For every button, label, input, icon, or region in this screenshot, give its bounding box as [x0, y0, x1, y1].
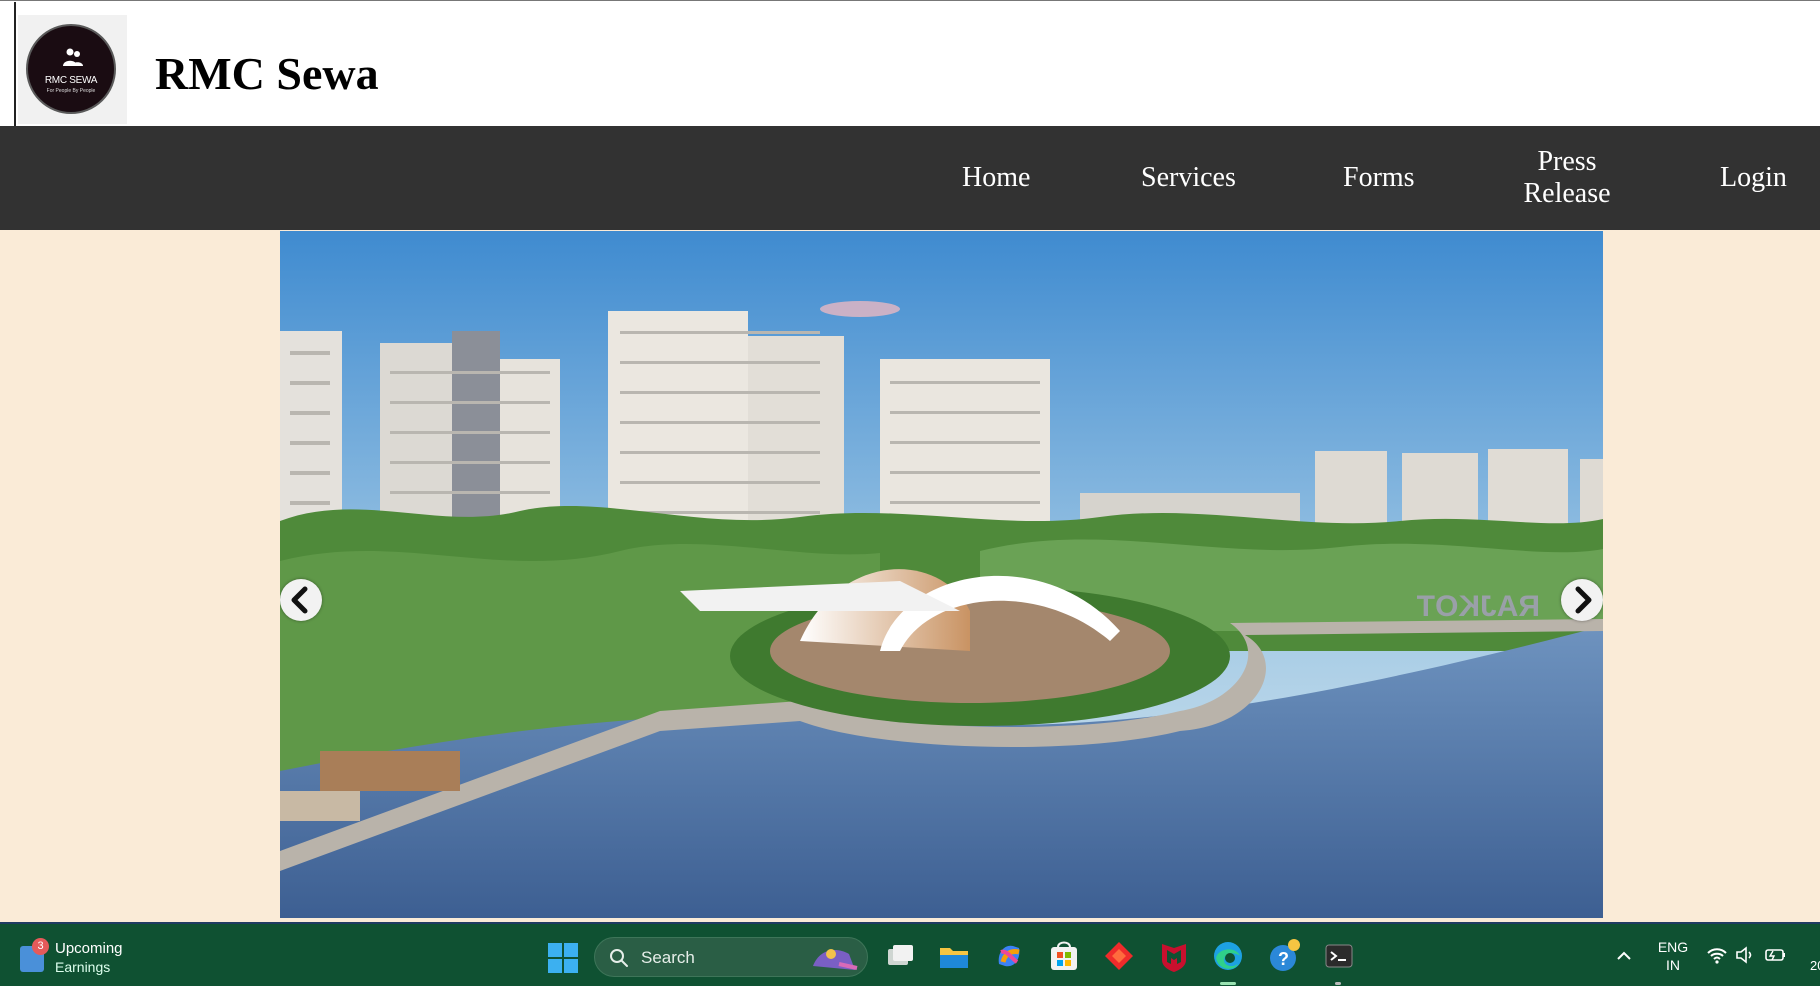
- folder-icon: [940, 948, 968, 968]
- task-view-icon: [888, 945, 913, 965]
- microsoft-store-button[interactable]: [1046, 938, 1082, 974]
- widgets-button[interactable]: 3 Upcoming Earnings: [18, 936, 138, 976]
- chevron-right-icon: [1575, 586, 1592, 614]
- widget-badge: 3: [32, 938, 49, 955]
- search-highlight-icon: [813, 949, 858, 970]
- site-header: RMC SEWA For People By People RMC Sewa: [0, 0, 1820, 127]
- mcafee-shield-icon: [1162, 944, 1186, 972]
- logo-container[interactable]: RMC SEWA For People By People: [18, 15, 127, 124]
- get-help-button[interactable]: ?: [1266, 938, 1302, 974]
- anydesk-icon: [1105, 942, 1133, 970]
- battery-icon[interactable]: [1764, 945, 1788, 965]
- nav-press-line2: Release: [1523, 178, 1611, 209]
- terminal-icon: [1325, 944, 1353, 968]
- language-line1: ENG: [1657, 939, 1689, 955]
- nav-forms-link[interactable]: Forms: [1343, 162, 1415, 194]
- svg-text:?: ?: [1278, 949, 1289, 969]
- site-title: RMC Sewa: [155, 48, 379, 99]
- header-left-rule: [14, 2, 16, 127]
- edge-icon: [1214, 942, 1242, 970]
- anydesk-button[interactable]: [1101, 938, 1137, 974]
- widget-subtitle: Earnings: [55, 959, 111, 975]
- chevron-left-icon: [291, 586, 308, 614]
- windows-logo-tile: [548, 943, 562, 957]
- carousel-next-button[interactable]: [1561, 579, 1603, 621]
- nav-press-line1: Press: [1537, 146, 1597, 177]
- windows-logo-tile: [564, 959, 578, 973]
- nav-login-link[interactable]: Login: [1720, 162, 1787, 194]
- store-icon: [1051, 941, 1077, 970]
- main-navbar: Home Services Forms Press Release Login: [0, 126, 1820, 230]
- terminal-button[interactable]: [1321, 938, 1357, 974]
- carousel-prev-button[interactable]: [280, 579, 322, 621]
- nav-press-release-link[interactable]: Press Release: [1516, 146, 1618, 210]
- terminal-running-indicator: [1335, 982, 1341, 985]
- mcafee-button[interactable]: [1156, 938, 1192, 974]
- edge-browser-button[interactable]: [1210, 938, 1246, 974]
- taskbar-search-box[interactable]: Search: [594, 937, 868, 977]
- windows-logo-tile: [564, 943, 578, 957]
- windows-taskbar: 3 Upcoming Earnings Search ? ENG IN 2: [0, 922, 1820, 986]
- clock-fragment[interactable]: 20: [1810, 958, 1820, 973]
- people-icon: [63, 48, 83, 66]
- file-explorer-button[interactable]: [936, 938, 972, 974]
- image-carousel: RAJKOT: [280, 231, 1603, 918]
- edge-running-indicator: [1220, 982, 1236, 985]
- search-icon: [610, 949, 628, 967]
- language-line2: IN: [1666, 957, 1680, 973]
- search-placeholder: Search: [641, 948, 695, 967]
- input-language-indicator[interactable]: ENG IN: [1656, 938, 1690, 974]
- logo-tagline: For People By People: [46, 88, 96, 94]
- copilot-button[interactable]: [991, 938, 1027, 974]
- windows-logo-tile: [548, 959, 562, 973]
- wifi-icon[interactable]: [1706, 945, 1728, 965]
- widget-title: Upcoming: [55, 940, 123, 957]
- chevron-up-icon[interactable]: [1614, 946, 1634, 966]
- task-view-button[interactable]: [882, 938, 918, 974]
- copilot-icon: [998, 945, 1020, 967]
- logo-brand-text: RMC SEWA: [44, 75, 98, 86]
- nav-home-link[interactable]: Home: [962, 162, 1030, 194]
- nav-services-link[interactable]: Services: [1141, 162, 1236, 194]
- start-button[interactable]: [548, 943, 578, 973]
- help-icon: ?: [1270, 939, 1300, 971]
- carousel-slide-image: RAJKOT: [280, 231, 1603, 918]
- volume-icon[interactable]: [1734, 945, 1756, 965]
- rajkot-sign: RAJKOT: [1417, 590, 1540, 623]
- site-logo: RMC SEWA For People By People: [26, 24, 116, 114]
